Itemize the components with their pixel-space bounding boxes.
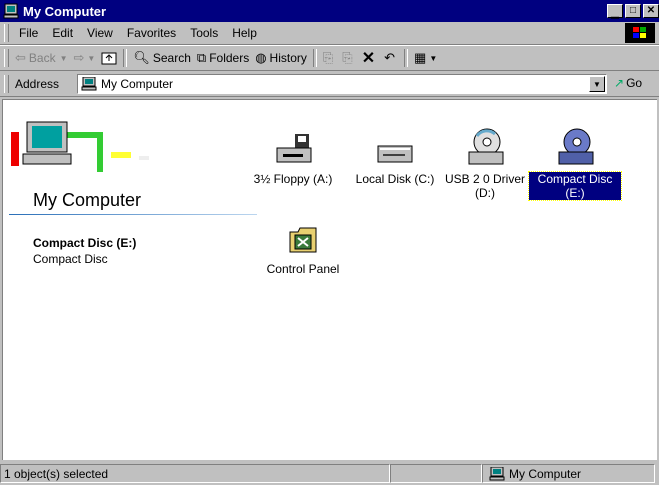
hard-disk-icon [377,145,413,163]
folders-label: Folders [209,51,250,65]
maximize-icon: □ [629,5,637,16]
menu-help[interactable]: Help [232,26,257,40]
cd-drive-icon [558,128,594,165]
standard-toolbar: ⇦ Back ▼ ⇨ ▼ 🔍︎ Search ⧉ Folders ◍ Histo… [0,45,659,71]
go-button[interactable]: ↗ Go [614,76,642,90]
icon-label: USB 2 0 Driver (D:) [444,172,526,200]
address-grip[interactable] [4,75,9,93]
selected-item-type: Compact Disc [33,252,108,266]
views-button[interactable]: ▦ ▼ [414,50,437,66]
window: My Computer ▁ □ ✕ File Edit View Favorit… [0,0,659,485]
address-bar: Address My Computer ▼ ↗ Go [0,72,659,97]
address-dropdown-button[interactable]: ▼ [589,76,605,92]
address-label: Address [15,77,60,91]
search-label: Search [152,51,191,65]
go-arrow-icon: ↗ [614,76,625,90]
my-computer-banner-icon [11,121,149,172]
address-field[interactable]: My Computer ▼ [77,74,607,94]
my-computer-icon [81,77,97,91]
toolbar-separator [312,49,317,67]
title-bar[interactable]: My Computer ▁ □ ✕ [0,0,659,22]
floppy-drive-icon [276,134,312,163]
undo-button[interactable]: ↶ [384,50,398,66]
status-zone-label: My Computer [509,466,582,481]
toolbar-separator [123,49,128,67]
icon-label: Control Panel [266,262,340,276]
minimize-icon: ▁ [611,7,619,19]
history-button[interactable]: ◍ History [255,50,307,66]
status-selection-count: 1 object(s) selected [4,466,109,481]
toolbar-grip[interactable] [4,49,9,67]
selected-item-name: Compact Disc (E:) [33,236,137,250]
forward-arrow-icon: ⇨ [73,50,85,65]
move-to-button[interactable]: ⎘ [323,50,336,66]
back-label: Back [28,51,56,65]
title-divider [9,214,257,215]
control-panel-icon [289,227,317,253]
address-value: My Computer [101,77,174,91]
drive-local-disk-c[interactable]: Local Disk (C:) [349,128,441,186]
history-icon: ◍ [255,50,267,65]
minimize-button[interactable]: ▁ [607,4,623,18]
menu-favorites[interactable]: Favorites [127,26,176,40]
folders-icon: ⧉ [196,50,207,65]
my-computer-icon [3,3,19,19]
menu-view[interactable]: View [87,26,113,40]
menu-grip[interactable] [4,24,9,42]
drive-compact-disc-e[interactable]: Compact Disc (E:) [528,128,622,201]
copy-to-icon: ⎘ [342,50,353,65]
up-button[interactable] [101,51,117,65]
status-text: 1 object(s) selected [0,464,390,483]
status-pane-empty [390,464,482,483]
move-to-icon: ⎘ [322,50,334,65]
forward-button[interactable]: ⇨ ▼ [74,50,96,66]
window-title: My Computer [23,3,107,19]
cd-drive-icon [468,128,504,165]
chevron-down-icon: ▼ [429,53,438,63]
close-button[interactable]: ✕ [643,4,659,18]
chevron-down-icon: ▼ [59,53,68,63]
drive-usb-d[interactable]: USB 2 0 Driver (D:) [439,128,531,200]
folder-view[interactable]: My Computer Compact Disc (E:) Compact Di… [2,99,657,460]
back-button[interactable]: ⇦ Back ▼ [15,50,68,66]
icon-label: Local Disk (C:) [355,172,435,186]
status-bar: 1 object(s) selected My Computer [0,462,659,485]
search-button[interactable]: 🔍︎ Search [133,50,191,66]
close-icon: ✕ [646,5,656,16]
views-grid-icon: ▦ [414,50,427,65]
menu-tools[interactable]: Tools [190,26,218,40]
delete-x-icon: ✕ [361,50,376,67]
my-computer-icon [489,466,505,480]
icon-label: Compact Disc (E:) [528,171,622,201]
windows-logo [625,23,655,43]
icon-label: 3½ Floppy (A:) [253,172,333,186]
windows-flag-icon [633,27,646,38]
drive-floppy-a[interactable]: 3½ Floppy (A:) [247,128,339,186]
status-zone: My Computer [482,464,655,483]
copy-to-button[interactable]: ⎘ [342,50,355,66]
delete-button[interactable]: ✕ [362,48,378,68]
chevron-down-icon: ▼ [87,53,96,63]
menu-file[interactable]: File [19,26,38,40]
search-icon: 🔍︎ [133,50,150,65]
menu-bar: File Edit View Favorites Tools Help [0,22,659,45]
folders-button[interactable]: ⧉ Folders [197,50,249,66]
folder-title: My Computer [33,190,142,210]
back-arrow-icon: ⇦ [15,50,26,65]
toolbar-separator [404,49,409,67]
up-folder-icon [101,52,117,65]
undo-icon: ↶ [384,50,396,65]
maximize-button[interactable]: □ [625,4,641,18]
chevron-down-icon: ▼ [593,79,601,89]
menu-edit[interactable]: Edit [52,26,73,40]
history-label: History [269,51,307,65]
go-label: Go [626,76,643,90]
control-panel[interactable]: Control Panel [257,218,349,276]
